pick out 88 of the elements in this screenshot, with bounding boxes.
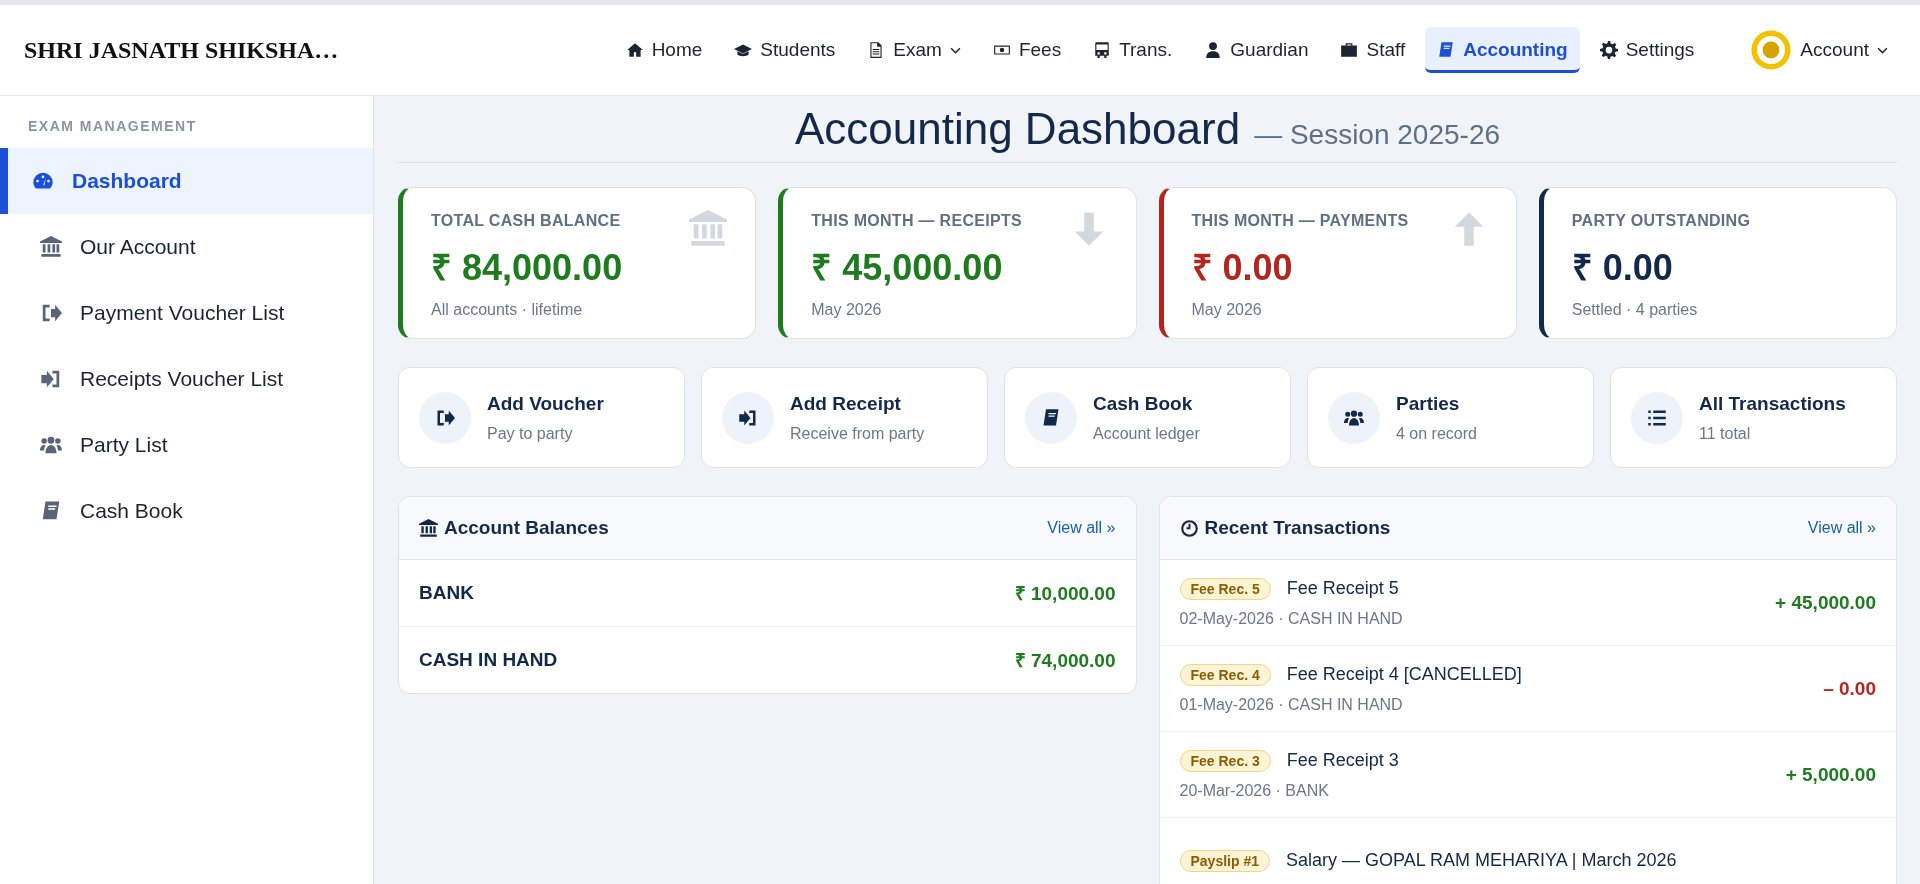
sidebar-item[interactable]: Receipts Voucher List [0, 346, 373, 412]
account-balance: ₹ 74,000.00 [1014, 649, 1116, 673]
nav-tab[interactable]: Guardian [1192, 27, 1321, 73]
nav-tab[interactable]: Accounting [1425, 27, 1580, 73]
sidebar-item[interactable]: Payment Voucher List [0, 280, 373, 346]
stat-value: ₹ 0.00 [1191, 246, 1294, 290]
action-subtitle: 11 total [1699, 424, 1752, 443]
stat-note: All accounts · lifetime [431, 301, 584, 319]
stat-value: ₹ 45,000.00 [811, 246, 1004, 290]
transaction-meta: 20-Mar-2026 · BANK [1179, 781, 1330, 800]
account-name: BANK [419, 582, 474, 604]
transaction-amount: – 0.00 [1823, 677, 1876, 700]
action-title: Add Receipt [790, 392, 902, 415]
action-title: Parties [1396, 392, 1461, 415]
transaction-title: Salary — GOPAL RAM MEHARIYA | March 2026 [1286, 850, 1677, 871]
nav-tab[interactable]: Students [722, 27, 848, 73]
transaction-amount: + 45,000.00 [1775, 591, 1876, 614]
nav-icon [1093, 41, 1112, 59]
quick-action-card[interactable]: Add Receipt Receive from party [701, 367, 988, 468]
transaction-meta: 02-May-2026 · CASH IN HAND [1179, 609, 1403, 628]
sidebar-icon [40, 500, 62, 522]
nav-tab[interactable]: Fees [980, 27, 1074, 73]
school-logo-icon [1750, 29, 1793, 71]
transaction-amount: + 5,000.00 [1785, 763, 1876, 786]
transaction-title: Fee Receipt 5 [1286, 578, 1399, 599]
stat-label: TOTAL CASH BALANCE [431, 212, 622, 230]
caret-icon [949, 46, 961, 54]
nav-tab[interactable]: Home [613, 27, 715, 73]
transaction-title: Fee Receipt 4 [CANCELLED] [1286, 664, 1522, 685]
nav-tab[interactable]: Trans. [1081, 27, 1185, 73]
stat-note: May 2026 [1191, 301, 1263, 319]
nav-icon [1204, 41, 1223, 59]
school-name: SHRI JASNATH SHIKSHA… [24, 36, 339, 64]
sidebar-item[interactable]: Cash Book [0, 478, 373, 544]
stat-value: ₹ 84,000.00 [431, 246, 624, 290]
voucher-tag: Fee Rec. 4 [1179, 663, 1271, 686]
nav-icon [1599, 41, 1618, 59]
stat-value: ₹ 0.00 [1571, 246, 1674, 290]
caret-icon [1877, 46, 1888, 54]
stat-label: PARTY OUTSTANDING [1571, 212, 1752, 230]
session-label: — Session 2025-26 [1254, 119, 1501, 151]
quick-action-card[interactable]: Cash Book Account ledger [1004, 367, 1291, 468]
bank-icon [419, 518, 438, 538]
voucher-tag: Fee Rec. 3 [1179, 749, 1271, 772]
quick-action-card[interactable]: Add Voucher Pay to party [398, 367, 685, 468]
voucher-tag: Fee Rec. 5 [1179, 577, 1271, 600]
stat-note: May 2026 [811, 301, 883, 319]
stat-note: Settled · 4 parties [1571, 301, 1699, 319]
nav-icon [1437, 41, 1456, 59]
sidebar-item[interactable]: Dashboard [0, 148, 373, 214]
action-title: Add Voucher [487, 392, 604, 415]
view-all-link[interactable]: View all » [1807, 519, 1876, 537]
sidebar-item[interactable]: Party List [0, 412, 373, 478]
quick-action-card[interactable]: Parties 4 on record [1307, 367, 1594, 468]
account-menu[interactable]: Account [1738, 17, 1900, 83]
action-icon [1041, 407, 1061, 428]
account-balance: ₹ 10,000.00 [1014, 582, 1116, 606]
stat-label: THIS MONTH — RECEIPTS [811, 212, 1023, 230]
nav-tab[interactable]: Exam [855, 27, 973, 73]
view-all-link[interactable]: View all » [1047, 519, 1116, 537]
action-subtitle: Receive from party [790, 424, 925, 443]
clock-icon [1179, 518, 1199, 538]
page-title: Accounting Dashboard [794, 104, 1241, 154]
panel-title: Account Balances [444, 517, 609, 539]
transaction-title: Fee Receipt 3 [1286, 750, 1399, 771]
sidebar-icon [40, 236, 62, 258]
quick-action-card[interactable]: All Transactions 11 total [1610, 367, 1897, 468]
action-subtitle: Pay to party [487, 424, 574, 443]
sidebar-icon [40, 434, 62, 456]
sidebar-heading: EXAM MANAGEMENT [27, 118, 198, 136]
nav-tab[interactable]: Staff [1328, 27, 1418, 73]
nav-tab[interactable]: Settings [1587, 27, 1707, 73]
voucher-tag: Payslip #1 [1179, 849, 1270, 872]
account-name: CASH IN HAND [419, 649, 558, 671]
nav-icon [625, 41, 644, 59]
sidebar-item[interactable]: Our Account [0, 214, 373, 280]
action-title: Cash Book [1093, 392, 1194, 415]
transaction-meta: 01-May-2026 · CASH IN HAND [1179, 695, 1404, 714]
stat-label: THIS MONTH — PAYMENTS [1191, 212, 1410, 230]
action-subtitle: Account ledger [1093, 424, 1200, 443]
bank-icon [689, 210, 728, 248]
sidebar-icon [40, 302, 62, 324]
panel-title: Recent Transactions [1204, 517, 1391, 539]
sidebar-icon [32, 170, 54, 192]
action-subtitle: 4 on record [1396, 424, 1477, 443]
nav-icon [1340, 41, 1359, 59]
sidebar-icon [40, 368, 62, 390]
action-title: All Transactions [1699, 392, 1846, 415]
